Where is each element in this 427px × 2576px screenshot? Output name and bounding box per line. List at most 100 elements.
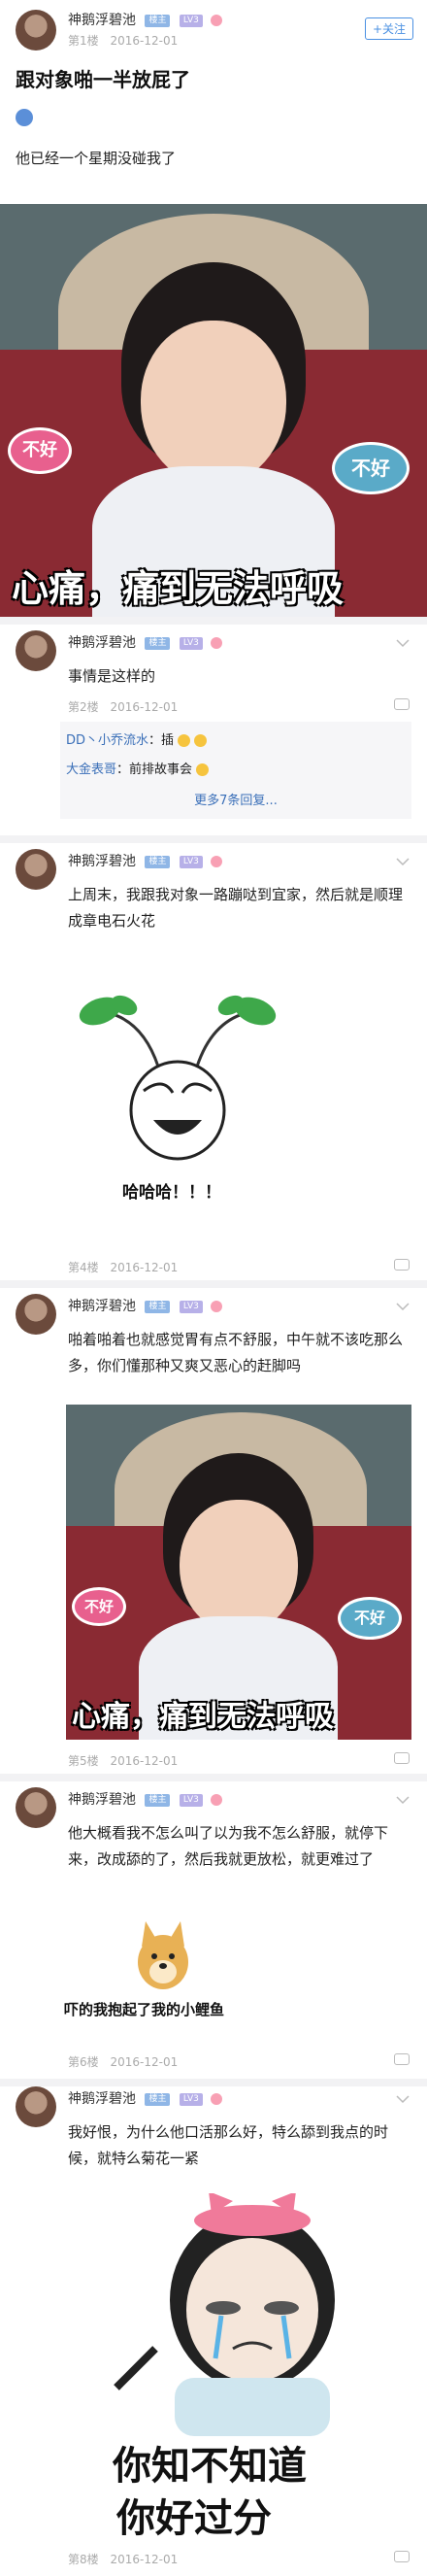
reply-item: 大金表哥：前排故事会 bbox=[66, 759, 210, 777]
username-text[interactable]: 神鹅浮碧池 bbox=[68, 1792, 136, 1808]
meme-image[interactable]: 吓的我抱起了我的小鲤鱼 bbox=[64, 1917, 278, 2024]
level-badge: LV3 bbox=[179, 855, 203, 868]
reply-user[interactable]: 大金表哥 bbox=[66, 763, 116, 777]
post-meta: 第5楼 2016-12-01 bbox=[68, 1752, 178, 1769]
post-meta: 第4楼 2016-12-01 bbox=[68, 1259, 178, 1275]
avatar[interactable] bbox=[16, 849, 56, 890]
gender-icon bbox=[211, 1301, 223, 1312]
comment-icon[interactable] bbox=[394, 698, 410, 710]
crying-girl-meme-icon bbox=[114, 2193, 335, 2436]
more-replies-link[interactable]: 更多7条回复... bbox=[60, 790, 411, 808]
username-text[interactable]: 神鹅浮碧池 bbox=[68, 1299, 136, 1314]
post-text: 上周末，我跟我对象一路蹦哒到宜家，然后就是顺理成章电石火花 bbox=[68, 886, 404, 930]
emoji-icon bbox=[196, 763, 210, 776]
op-badge: 楼主 bbox=[145, 1300, 171, 1313]
meme-image[interactable]: 不好 不好 心痛，痛到无法呼吸 bbox=[0, 204, 427, 617]
username[interactable]: 神鹅浮碧池 楼主 LV3 bbox=[68, 2088, 223, 2108]
post-meta: 第1楼 2016-12-01 bbox=[68, 32, 178, 49]
floor-number: 第5楼 bbox=[68, 1754, 99, 1768]
meme-caption-line1: 你知不知道 bbox=[113, 2444, 307, 2489]
username[interactable]: 神鹅浮碧池 楼主 LV3 bbox=[68, 851, 223, 870]
floor-number: 第8楼 bbox=[68, 2553, 99, 2566]
meme-caption: 哈哈哈！！！ bbox=[122, 1183, 221, 1203]
meme-caption-line2: 你好过分 bbox=[116, 2496, 272, 2541]
location-icon bbox=[16, 109, 33, 126]
post-text: 他已经一个星期没碰我了 bbox=[16, 150, 177, 167]
username-text[interactable]: 神鹅浮碧池 bbox=[68, 13, 136, 28]
meme-image[interactable]: 哈哈哈！！！ bbox=[66, 984, 289, 1207]
reply-user[interactable]: DD丶小乔流水 bbox=[66, 733, 148, 748]
avatar[interactable] bbox=[16, 1787, 56, 1828]
gender-icon bbox=[211, 856, 223, 867]
username[interactable]: 神鹅浮碧池 楼主 LV3 bbox=[68, 1296, 223, 1315]
level-badge: LV3 bbox=[179, 1793, 203, 1807]
emoji-icon bbox=[194, 734, 208, 747]
post-meta: 第2楼 2016-12-01 bbox=[68, 698, 178, 715]
op-badge: 楼主 bbox=[145, 2092, 171, 2106]
meme-image[interactable]: 不好 不好 心痛，痛到无法呼吸 bbox=[66, 1405, 411, 1740]
sprout-meme-icon bbox=[79, 995, 277, 1161]
level-badge: LV3 bbox=[179, 636, 203, 650]
reply-box: DD丶小乔流水：插 大金表哥：前排故事会 更多7条回复... bbox=[60, 722, 411, 819]
chevron-down-icon[interactable] bbox=[396, 2094, 410, 2104]
divider bbox=[0, 617, 427, 625]
meme-image[interactable]: 你知不知道 你好过分 bbox=[97, 2193, 408, 2553]
username[interactable]: 神鹅浮碧池 楼主 LV3 bbox=[68, 632, 223, 652]
meme-caption: 心痛，痛到无法呼吸 bbox=[12, 567, 345, 610]
follow-button[interactable]: +关注 bbox=[364, 17, 413, 40]
level-badge: LV3 bbox=[179, 2092, 203, 2106]
post-date: 2016-12-01 bbox=[110, 34, 179, 48]
meme-caption: 吓的我抱起了我的小鲤鱼 bbox=[64, 2001, 225, 2018]
level-badge: LV3 bbox=[179, 14, 203, 27]
comment-icon[interactable] bbox=[394, 2053, 410, 2065]
avatar[interactable] bbox=[16, 10, 56, 51]
chevron-down-icon[interactable] bbox=[396, 857, 410, 866]
emoji-icon bbox=[178, 734, 191, 747]
username[interactable]: 神鹅浮碧池 楼主 LV3 bbox=[68, 10, 223, 29]
username-text[interactable]: 神鹅浮碧池 bbox=[68, 2091, 136, 2107]
floor-number: 第6楼 bbox=[68, 2055, 99, 2069]
post-text: 啪着啪着也就感觉胃有点不舒服，中午就不该吃那么多，你们懂那种又爽又恶心的赶脚吗 bbox=[68, 1331, 404, 1374]
username-text[interactable]: 神鹅浮碧池 bbox=[68, 854, 136, 869]
level-badge: LV3 bbox=[179, 1300, 203, 1313]
reply-item: DD丶小乔流水：插 bbox=[66, 729, 208, 748]
bubble-right: 不好 bbox=[338, 1597, 402, 1640]
comment-icon[interactable] bbox=[394, 1752, 410, 1764]
floor-number: 第2楼 bbox=[68, 700, 99, 714]
comment-icon[interactable] bbox=[394, 1259, 410, 1271]
bubble-left: 不好 bbox=[72, 1587, 126, 1626]
divider bbox=[0, 835, 427, 843]
comment-icon[interactable] bbox=[394, 2551, 410, 2562]
thread-title: 跟对象啪一半放屁了 bbox=[16, 68, 190, 91]
username[interactable]: 神鹅浮碧池 楼主 LV3 bbox=[68, 1789, 223, 1809]
divider bbox=[0, 2079, 427, 2086]
op-badge: 楼主 bbox=[145, 14, 171, 27]
avatar[interactable] bbox=[16, 630, 56, 671]
chevron-down-icon[interactable] bbox=[396, 638, 410, 648]
post-text: 他大概看我不怎么叫了以为我不怎么舒服，就停下来，改成舔的了，然后我就更放松，就更… bbox=[68, 1824, 389, 1868]
post-date: 2016-12-01 bbox=[110, 2553, 179, 2566]
chevron-down-icon[interactable] bbox=[396, 1795, 410, 1805]
gender-icon bbox=[211, 637, 223, 649]
post-text: 我好恨，为什么他口活那么好，特么舔到我点的时候，就特么菊花一紧 bbox=[68, 2123, 389, 2167]
doge-meme-icon bbox=[138, 1921, 188, 1989]
post-date: 2016-12-01 bbox=[110, 1261, 179, 1274]
avatar[interactable] bbox=[16, 1294, 56, 1335]
op-badge: 楼主 bbox=[145, 636, 171, 650]
chevron-down-icon[interactable] bbox=[396, 1302, 410, 1311]
reply-text: ：前排故事会 bbox=[116, 763, 193, 777]
post-date: 2016-12-01 bbox=[110, 700, 179, 714]
reply-text: ：插 bbox=[148, 733, 175, 748]
gender-icon bbox=[211, 2093, 223, 2105]
post-date: 2016-12-01 bbox=[110, 1754, 179, 1768]
gender-icon bbox=[211, 15, 223, 26]
gender-icon bbox=[211, 1794, 223, 1806]
username-text[interactable]: 神鹅浮碧池 bbox=[68, 635, 136, 651]
op-badge: 楼主 bbox=[145, 855, 171, 868]
avatar[interactable] bbox=[16, 2086, 56, 2127]
op-badge: 楼主 bbox=[145, 1793, 171, 1807]
bubble-left: 不好 bbox=[8, 427, 72, 474]
post-text: 事情是这样的 bbox=[68, 667, 156, 685]
post-meta: 第8楼 2016-12-01 bbox=[68, 2551, 178, 2567]
post-meta: 第6楼 2016-12-01 bbox=[68, 2053, 178, 2070]
